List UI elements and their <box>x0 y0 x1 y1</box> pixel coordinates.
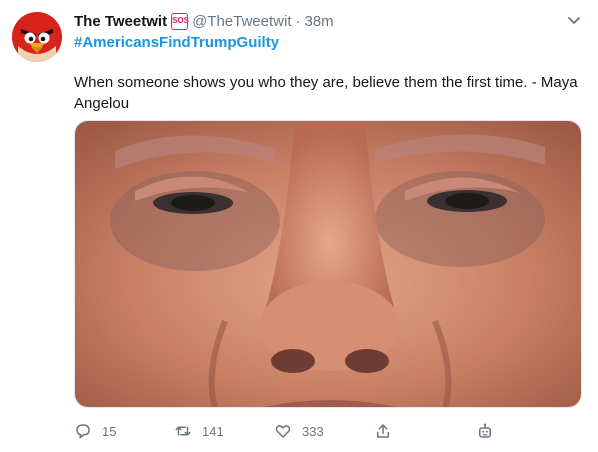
tweet-header: The Tweetwit SOS @TheTweetwit · 38m <box>74 10 578 32</box>
tweet-text: When someone shows you who they are, bel… <box>74 74 578 112</box>
share-button[interactable] <box>374 418 402 444</box>
retweet-count: 141 <box>202 423 224 439</box>
analytics-robot-icon <box>479 423 491 438</box>
tweet-actions: 15 141 333 <box>74 418 584 444</box>
author-name[interactable]: The Tweetwit <box>74 13 167 30</box>
retweet-button[interactable]: 141 <box>174 418 224 444</box>
sos-badge: SOS <box>171 12 189 30</box>
retweet-icon <box>175 426 191 436</box>
photo-close-up-face <box>75 121 581 407</box>
angry-red-bird-icon <box>12 12 62 62</box>
like-count: 333 <box>302 423 324 439</box>
tweet[interactable]: The Tweetwit SOS @TheTweetwit · 38m #Ame… <box>0 0 598 452</box>
share-icon <box>377 424 389 438</box>
reply-icon <box>76 424 90 439</box>
like-button[interactable]: 333 <box>274 418 324 444</box>
separator-dot: · <box>295 12 301 30</box>
reply-count: 15 <box>102 423 117 439</box>
hashtag-link[interactable]: #AmericansFindTrumpGuilty <box>74 34 279 51</box>
timestamp[interactable]: 38m <box>305 13 334 30</box>
avatar[interactable] <box>12 12 62 62</box>
tweet-photo[interactable] <box>74 120 582 408</box>
like-icon <box>275 425 291 438</box>
author-handle[interactable]: @TheTweetwit <box>192 13 291 30</box>
analytics-button[interactable] <box>476 418 504 444</box>
reply-button[interactable]: 15 <box>74 418 116 444</box>
chevron-down-icon[interactable] <box>566 12 582 28</box>
